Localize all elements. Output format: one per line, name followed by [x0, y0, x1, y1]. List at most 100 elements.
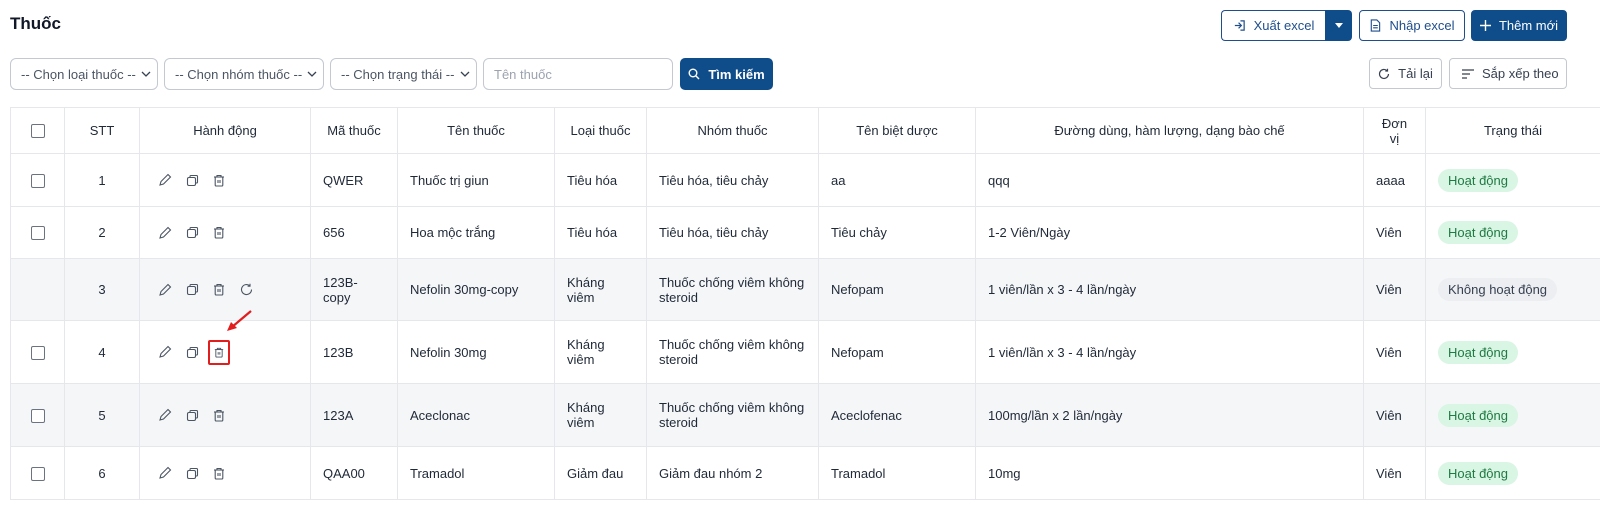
table-row: 5 123A Aceclonac Kháng viêm Thuốc chống … [10, 383, 1600, 447]
chevron-down-icon [307, 71, 317, 77]
status-cell: Hoạt động [1425, 446, 1600, 500]
pencil-icon[interactable] [156, 224, 174, 242]
group-cell: Thuốc chống viêm không steroid [646, 383, 819, 447]
restore-icon[interactable] [237, 281, 255, 299]
trash-icon[interactable] [210, 281, 228, 299]
export-dropdown-button[interactable] [1325, 10, 1352, 41]
copy-icon[interactable] [183, 171, 201, 189]
sort-button[interactable]: Sắp xếp theo [1449, 58, 1567, 89]
copy-icon[interactable] [183, 406, 201, 424]
status-badge: Hoạt động [1438, 221, 1518, 244]
pencil-icon[interactable] [156, 281, 174, 299]
trash-icon[interactable] [210, 464, 228, 482]
row-select-cell [10, 320, 65, 384]
search-icon [688, 68, 700, 80]
actions-cell [139, 206, 311, 259]
unit-cell: Viên [1363, 320, 1426, 384]
header-route: Đường dùng, hàm lượng, dạng bào chế [975, 107, 1364, 154]
copy-icon[interactable] [183, 464, 201, 482]
name-cell: Hoa mộc trắng [397, 206, 555, 259]
header-stt: STT [64, 107, 140, 154]
table-row: 1 QWER Thuốc trị giun Tiêu hóa Tiêu hóa,… [10, 153, 1600, 207]
status-badge: Không hoạt động [1438, 278, 1558, 301]
trash-icon[interactable] [210, 171, 228, 189]
actions-cell [139, 383, 311, 447]
unit-cell: Viên [1363, 446, 1426, 500]
row-select-cell [10, 206, 65, 259]
brand-cell: Tramadol [818, 446, 976, 500]
chevron-down-icon [460, 71, 470, 77]
import-excel-button[interactable]: Nhập excel [1359, 10, 1465, 41]
drug-name-input[interactable] [483, 58, 673, 90]
pencil-icon[interactable] [156, 343, 174, 361]
brand-cell: Aceclofenac [818, 383, 976, 447]
pencil-icon[interactable] [156, 171, 174, 189]
export-excel-group: Xuất excel [1221, 10, 1352, 41]
stt-cell: 6 [64, 446, 140, 500]
type-cell: Tiêu hóa [554, 206, 647, 259]
trash-icon[interactable] [208, 339, 230, 365]
unit-cell: aaaa [1363, 153, 1426, 207]
code-cell: 123B-copy [310, 258, 398, 321]
drug-type-select[interactable]: -- Chọn loại thuốc -- [10, 58, 158, 90]
trash-icon[interactable] [210, 224, 228, 242]
row-select-cell [10, 383, 65, 447]
chevron-down-icon [141, 71, 151, 77]
sort-label: Sắp xếp theo [1482, 66, 1559, 81]
name-cell: Aceclonac [397, 383, 555, 447]
code-cell: 123A [310, 383, 398, 447]
pencil-icon[interactable] [156, 464, 174, 482]
select-all-cell [10, 107, 65, 154]
status-cell: Hoạt động [1425, 206, 1600, 259]
select-all-checkbox[interactable] [30, 124, 45, 139]
search-button[interactable]: Tìm kiếm [680, 58, 773, 90]
name-cell: Thuốc trị giun [397, 153, 555, 207]
route-cell: 10mg [975, 446, 1364, 500]
actions-cell [139, 446, 311, 500]
table-row: 6 QAA00 Tramadol Giảm đau Giảm đau nhóm … [10, 446, 1600, 500]
import-excel-label: Nhập excel [1389, 18, 1455, 33]
arrow-icon [227, 310, 252, 331]
header-name: Tên thuốc [397, 107, 555, 154]
status-select[interactable]: -- Chọn trạng thái -- [330, 58, 477, 90]
copy-icon[interactable] [183, 224, 201, 242]
copy-icon[interactable] [183, 281, 201, 299]
export-excel-label: Xuất excel [1253, 18, 1315, 33]
unit-cell: Viên [1363, 383, 1426, 447]
row-checkbox[interactable] [30, 408, 45, 423]
search-label: Tìm kiếm [708, 66, 765, 82]
add-new-button[interactable]: Thêm mới [1471, 10, 1567, 41]
group-cell: Tiêu hóa, tiêu chảy [646, 206, 819, 259]
export-excel-button[interactable]: Xuất excel [1221, 10, 1325, 41]
drug-group-select[interactable]: -- Chọn nhóm thuốc -- [164, 58, 324, 90]
status-badge: Hoạt động [1438, 403, 1518, 427]
group-cell: Thuốc chống viêm không steroid [646, 258, 819, 321]
reload-button[interactable]: Tải lại [1369, 58, 1442, 89]
route-cell: qqq [975, 153, 1364, 207]
header-status: Trạng thái [1425, 107, 1600, 154]
name-cell: Tramadol [397, 446, 555, 500]
stt-cell: 5 [64, 383, 140, 447]
copy-icon[interactable] [183, 343, 201, 361]
row-checkbox[interactable] [30, 226, 45, 241]
refresh-icon [1378, 68, 1390, 80]
trash-icon[interactable] [210, 406, 228, 424]
pencil-icon[interactable] [156, 406, 174, 424]
stt-cell: 4 [64, 320, 140, 384]
unit-cell: Viên [1363, 206, 1426, 259]
group-cell: Thuốc chống viêm không steroid [646, 320, 819, 384]
name-cell: Nefolin 30mg [397, 320, 555, 384]
row-select-cell [10, 446, 65, 500]
drug-type-select-value: -- Chọn loại thuốc -- [21, 66, 136, 82]
row-checkbox[interactable] [30, 173, 45, 188]
row-checkbox[interactable] [30, 466, 45, 481]
row-checkbox[interactable] [30, 345, 45, 360]
type-cell: Kháng viêm [554, 320, 647, 384]
code-cell: QWER [310, 153, 398, 207]
code-cell: 123B [310, 320, 398, 384]
type-cell: Kháng viêm [554, 258, 647, 321]
group-cell: Tiêu hóa, tiêu chảy [646, 153, 819, 207]
drug-table: STT Hành động Mã thuốc Tên thuốc Loại th… [10, 107, 1600, 500]
header-unit: Đơn vị [1363, 107, 1426, 154]
actions-cell [139, 153, 311, 207]
